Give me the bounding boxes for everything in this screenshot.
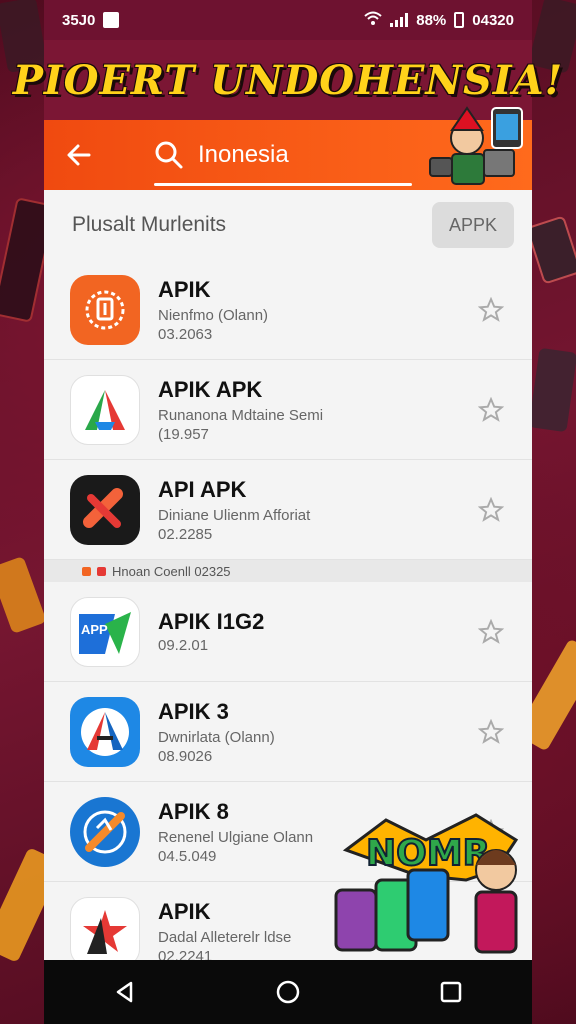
divider-label: Hnoan Coenll 02325 bbox=[112, 563, 231, 579]
app-name: APIK 3 bbox=[158, 698, 229, 724]
app-date: 02.2285 bbox=[158, 525, 213, 543]
back-arrow-icon bbox=[67, 144, 91, 166]
search-input[interactable]: Inonesia bbox=[154, 120, 414, 190]
battery-icon bbox=[454, 12, 465, 28]
star-icon[interactable] bbox=[478, 718, 504, 745]
app-publisher: Nienfmo (Olann) bbox=[158, 306, 269, 324]
search-header: Inonesia bbox=[44, 106, 532, 190]
app-name: APIK bbox=[158, 899, 211, 924]
app-name: APIK 8 bbox=[158, 798, 229, 824]
app-list-item[interactable]: API APK Diniane Ulienm Afforiat 02.2285 bbox=[44, 460, 532, 560]
status-time-right: 04320 bbox=[472, 11, 514, 29]
banner-title: PIOERT UNDOHENSIA! bbox=[12, 56, 564, 104]
app-date: 09.2.01 bbox=[158, 637, 209, 654]
background-device-illustration bbox=[525, 215, 576, 285]
system-navigation-bar bbox=[44, 960, 532, 1024]
status-bar: 35J0 88% 04320 bbox=[44, 0, 532, 40]
app-name: API APK bbox=[158, 476, 247, 502]
app-date: 08.9026 bbox=[158, 747, 213, 765]
orange-lock-icon bbox=[70, 274, 140, 345]
blue-a-icon bbox=[70, 696, 140, 767]
app-publisher: Renenel Ulgiane Olann bbox=[158, 828, 314, 846]
app-publisher: Diniane Ulienm Afforiat bbox=[158, 506, 311, 524]
recents-square-icon bbox=[440, 981, 461, 1003]
app-date: (19.957 bbox=[158, 425, 209, 443]
svg-text:APP: APP bbox=[81, 622, 108, 637]
nav-recents-button[interactable] bbox=[421, 962, 481, 1022]
status-time-left: 35J0 bbox=[62, 11, 96, 29]
back-triangle-icon bbox=[117, 981, 133, 1003]
red-dot-icon bbox=[97, 566, 106, 576]
nav-home-button[interactable] bbox=[258, 962, 318, 1022]
sticker-text: NOMR bbox=[366, 833, 490, 874]
app-list-item[interactable]: APIK APK Runanona Mdtaine Semi (19.957 bbox=[44, 360, 532, 460]
app-publisher: Runanona Mdtaine Semi bbox=[158, 406, 324, 424]
wifi-icon bbox=[364, 11, 382, 29]
search-icon bbox=[155, 141, 183, 169]
promo-sticker: NOMR bbox=[334, 813, 519, 954]
app-list-item[interactable]: APIK 3 Dwnirlata (Olann) 08.9026 bbox=[44, 682, 532, 782]
app-name: APIK I1G2 bbox=[158, 609, 265, 634]
app-publisher: Dwnirlata (Olann) bbox=[158, 728, 275, 746]
signal-icon bbox=[390, 13, 409, 27]
battery-level: 88% bbox=[416, 11, 447, 29]
section-header: Plusalt Murlenits APPK bbox=[44, 190, 532, 260]
mascot-illustration bbox=[429, 106, 523, 185]
home-circle-icon bbox=[276, 980, 300, 1004]
app-publisher: Dadal Alleterelr ldse bbox=[158, 929, 292, 946]
section-divider: Hnoan Coenll 02325 bbox=[44, 560, 532, 582]
ar-star-icon bbox=[70, 897, 140, 967]
background-pencil-illustration bbox=[0, 555, 47, 635]
orange-dot-icon bbox=[82, 566, 91, 576]
app-arrow-icon: APP bbox=[70, 596, 140, 667]
star-icon[interactable] bbox=[478, 296, 504, 323]
search-query: Inonesia bbox=[198, 141, 289, 168]
apk-filter-button[interactable]: APPK bbox=[432, 202, 514, 248]
app-name: APIK APK bbox=[158, 376, 263, 402]
triangle-a-icon bbox=[70, 374, 140, 445]
compass-icon bbox=[70, 796, 140, 867]
nav-back-button[interactable] bbox=[95, 962, 155, 1022]
back-button[interactable] bbox=[44, 120, 114, 190]
search-underline bbox=[154, 183, 412, 186]
background-laptop-illustration bbox=[528, 347, 576, 433]
star-icon[interactable] bbox=[478, 496, 504, 523]
app-date: 03.2063 bbox=[158, 325, 213, 343]
star-icon[interactable] bbox=[478, 618, 504, 645]
star-icon[interactable] bbox=[478, 396, 504, 423]
app-name: APIK bbox=[158, 276, 211, 302]
app-list-item[interactable]: APIK Nienfmo (Olann) 03.2063 bbox=[44, 260, 532, 360]
section-title: Plusalt Murlenits bbox=[72, 213, 227, 236]
cross-x-icon bbox=[70, 474, 140, 545]
app-date: 04.5.049 bbox=[158, 847, 217, 865]
app-list-item[interactable]: APP APIK I1G2 09.2.01 bbox=[44, 582, 532, 682]
notification-icon bbox=[103, 12, 120, 28]
